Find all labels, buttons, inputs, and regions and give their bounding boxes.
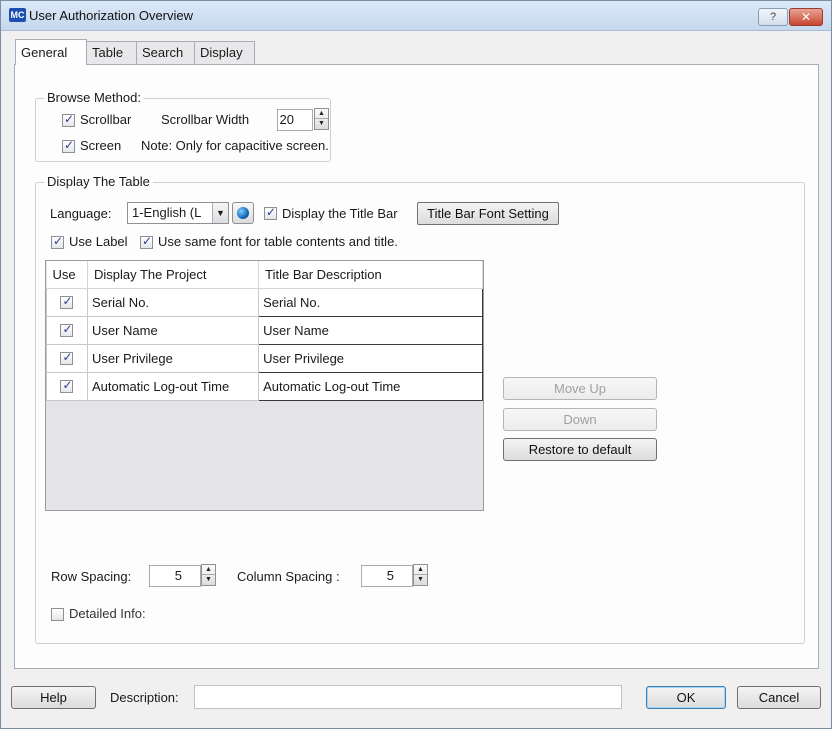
row-project-cell[interactable]: User Privilege bbox=[86, 343, 260, 373]
chevron-down-icon: ▼ bbox=[212, 203, 228, 223]
row-project-cell[interactable]: Automatic Log-out Time bbox=[86, 371, 260, 401]
row-use-checkbox[interactable] bbox=[60, 322, 74, 337]
tab-table[interactable]: Table bbox=[86, 41, 137, 65]
help-button[interactable]: Help bbox=[11, 686, 96, 709]
table-row[interactable]: Automatic Log-out Time Automatic Log-out… bbox=[46, 371, 483, 401]
capacitive-note: Note: Only for capacitive screen. bbox=[141, 138, 329, 153]
dialog-window: MC User Authorization Overview ? ✕ Gener… bbox=[0, 0, 832, 729]
same-font-checkbox[interactable] bbox=[140, 234, 153, 249]
tab-display[interactable]: Display bbox=[194, 41, 255, 65]
column-header-project[interactable]: Display The Project bbox=[87, 261, 260, 289]
column-spacing-spinner[interactable]: ▲ ▼ bbox=[413, 564, 428, 586]
description-label: Description: bbox=[110, 690, 179, 705]
use-label-checkbox[interactable] bbox=[51, 234, 64, 249]
table-header-row: Use Display The Project Title Bar Descri… bbox=[46, 261, 483, 289]
cancel-button[interactable]: Cancel bbox=[737, 686, 821, 709]
language-select[interactable]: 1-English (L ▼ bbox=[127, 202, 229, 224]
browse-method-legend: Browse Method: bbox=[44, 90, 144, 105]
display-table-legend: Display The Table bbox=[44, 174, 153, 189]
tab-general[interactable]: General bbox=[15, 39, 87, 65]
row-use-cell[interactable] bbox=[46, 371, 88, 401]
help-caption-button[interactable]: ? bbox=[758, 8, 788, 26]
app-icon: MC bbox=[9, 8, 26, 22]
row-project-cell[interactable]: Serial No. bbox=[86, 287, 260, 317]
spin-up-icon[interactable]: ▲ bbox=[202, 565, 215, 575]
spin-up-icon[interactable]: ▲ bbox=[315, 109, 328, 119]
row-spacing-input[interactable]: 5 bbox=[149, 565, 201, 587]
row-description-cell[interactable]: User Privilege bbox=[258, 343, 483, 373]
close-button[interactable]: ✕ bbox=[789, 8, 823, 26]
row-description-cell[interactable]: Serial No. bbox=[258, 287, 483, 317]
spin-down-icon[interactable]: ▼ bbox=[315, 119, 328, 129]
close-icon: ✕ bbox=[800, 10, 812, 24]
scrollbar-width-spinner[interactable]: ▲ ▼ bbox=[314, 108, 329, 130]
globe-language-button[interactable] bbox=[232, 202, 254, 224]
globe-icon bbox=[237, 207, 249, 219]
row-use-checkbox[interactable] bbox=[60, 294, 74, 309]
title-bar: MC User Authorization Overview ? ✕ bbox=[1, 1, 831, 31]
title-bar-font-setting-button[interactable]: Title Bar Font Setting bbox=[417, 202, 559, 225]
table-row[interactable]: User Name User Name bbox=[46, 315, 483, 345]
column-header-description[interactable]: Title Bar Description bbox=[258, 261, 483, 289]
detailed-info-checkbox[interactable] bbox=[51, 608, 64, 621]
spin-down-icon[interactable]: ▼ bbox=[202, 575, 215, 585]
display-title-bar-checkbox[interactable] bbox=[264, 205, 277, 220]
display-title-bar-label: Display the Title Bar bbox=[282, 206, 398, 221]
scrollbar-label: Scrollbar bbox=[80, 112, 132, 127]
row-use-checkbox[interactable] bbox=[60, 350, 74, 365]
row-use-checkbox[interactable] bbox=[60, 378, 74, 393]
detailed-info-label: Detailed Info: bbox=[69, 606, 146, 621]
row-spacing-spinner[interactable]: ▲ ▼ bbox=[201, 564, 216, 586]
ok-button[interactable]: OK bbox=[646, 686, 726, 709]
spin-up-icon[interactable]: ▲ bbox=[414, 565, 427, 575]
scrollbar-checkbox[interactable] bbox=[62, 112, 75, 127]
row-spacing-label: Row Spacing: bbox=[51, 569, 132, 584]
table-row[interactable]: Serial No. Serial No. bbox=[46, 287, 483, 317]
use-label-label: Use Label bbox=[69, 234, 128, 249]
spin-down-icon[interactable]: ▼ bbox=[414, 575, 427, 585]
screen-checkbox[interactable] bbox=[62, 138, 75, 153]
scrollbar-width-input[interactable]: 20 bbox=[277, 109, 313, 131]
column-header-use[interactable]: Use bbox=[46, 261, 88, 289]
row-description-cell[interactable]: User Name bbox=[258, 315, 483, 345]
move-up-button[interactable]: Move Up bbox=[503, 377, 657, 400]
row-use-cell[interactable] bbox=[46, 343, 88, 373]
table-row[interactable]: User Privilege User Privilege bbox=[46, 343, 483, 373]
down-button[interactable]: Down bbox=[503, 408, 657, 431]
row-use-cell[interactable] bbox=[46, 315, 88, 345]
language-label: Language: bbox=[50, 206, 112, 221]
restore-default-button[interactable]: Restore to default bbox=[503, 438, 657, 461]
column-spacing-input[interactable]: 5 bbox=[361, 565, 413, 587]
scrollbar-width-label: Scrollbar Width bbox=[161, 112, 250, 127]
window-title: User Authorization Overview bbox=[29, 8, 194, 23]
row-use-cell[interactable] bbox=[46, 287, 88, 317]
row-project-cell[interactable]: User Name bbox=[86, 315, 260, 345]
project-table: Use Display The Project Title Bar Descri… bbox=[45, 260, 484, 511]
description-input[interactable] bbox=[194, 685, 622, 709]
tab-search[interactable]: Search bbox=[136, 41, 195, 65]
screen-label: Screen bbox=[80, 138, 122, 153]
language-value: 1-English (L bbox=[132, 205, 202, 220]
row-description-cell[interactable]: Automatic Log-out Time bbox=[258, 371, 483, 401]
same-font-label: Use same font for table contents and tit… bbox=[158, 234, 398, 249]
column-spacing-label: Column Spacing : bbox=[237, 569, 340, 584]
question-mark-icon: ? bbox=[769, 11, 777, 23]
